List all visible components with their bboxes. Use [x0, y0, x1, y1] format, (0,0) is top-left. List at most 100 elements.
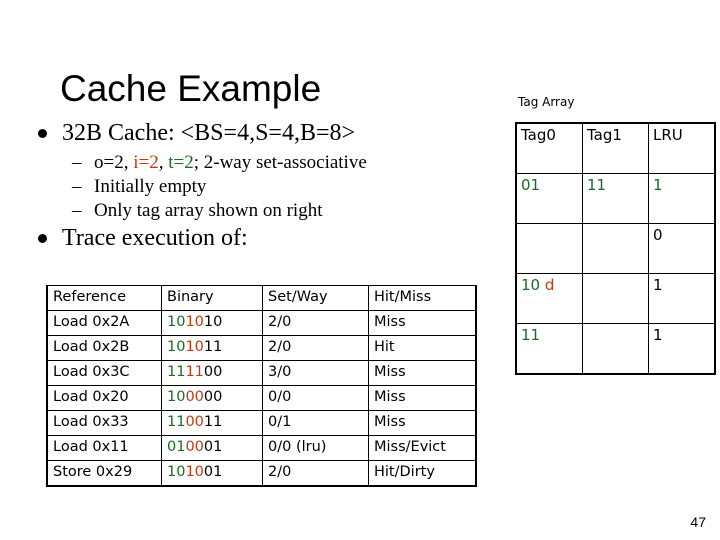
sub-bullet-params-o: o=2, — [94, 152, 134, 173]
tag-array-header-row: Tag0 Tag1 LRU — [515, 122, 716, 174]
trace-cell-binary: 111100 — [161, 360, 263, 386]
table-row: Store 0x29 101001 2/0 Hit/Dirty — [46, 460, 477, 487]
binary-index-bits: 11 — [185, 364, 204, 380]
binary-tag-bits: 10 — [167, 314, 186, 330]
tag-array-header-lru: LRU — [648, 122, 716, 174]
trace-cell-hit-miss: Miss — [368, 385, 477, 411]
sub-bullet-params-sep: , — [158, 152, 169, 173]
sub-bullet-tag-array-note: – Only tag array shown on right — [28, 199, 478, 223]
tag-array-cell-tag1 — [582, 273, 649, 324]
binary-index-bits: 10 — [185, 339, 204, 355]
tag-array-row: 0 — [515, 223, 716, 274]
tag-array-cell-tag0: 10 d — [515, 273, 583, 324]
tag0-value: 01 — [521, 176, 541, 194]
tag-array-cell-tag0 — [515, 223, 583, 274]
trace-cell-hit-miss: Hit — [368, 335, 477, 361]
lru-value: 1 — [653, 176, 663, 194]
tag-array-label: Tag Array — [518, 95, 575, 109]
tag-array-row: 10 d 1 — [515, 273, 716, 324]
binary-index-bits: 00 — [185, 439, 204, 455]
dash-icon: – — [72, 152, 82, 173]
dash-icon: – — [72, 176, 82, 197]
binary-tag-bits: 10 — [167, 339, 186, 355]
table-row: Load 0x20 100000 0/0 Miss — [46, 385, 477, 411]
binary-offset-bits: 01 — [203, 464, 223, 480]
binary-offset-bits: 00 — [203, 364, 223, 380]
sub-bullet-params: – o=2, i=2, t=2; 2-way set-associative — [28, 151, 478, 175]
lru-value: 1 — [653, 276, 663, 294]
binary-tag-bits: 01 — [167, 439, 186, 455]
tag-array-cell-tag1: 11 — [582, 173, 649, 224]
trace-cell-reference: Load 0x33 — [46, 410, 162, 436]
bullet-body: 32B Cache: <BS=4,S=4,B=8> – o=2, i=2, t=… — [28, 118, 478, 256]
page-title: Cache Example — [60, 68, 322, 109]
tag-array-cell-lru: 1 — [648, 323, 716, 375]
binary-tag-bits: 11 — [167, 414, 186, 430]
bullet-cache-config-label: 32B Cache: <BS=4,S=4,B=8> — [62, 120, 356, 146]
table-row: Load 0x33 110011 0/1 Miss — [46, 410, 477, 436]
binary-tag-bits: 11 — [167, 364, 186, 380]
slide-canvas: Cache Example 32B Cache: <BS=4,S=4,B=8> … — [0, 0, 720, 540]
tag-array-cell-tag1 — [582, 323, 649, 375]
table-row: Load 0x2B 101011 2/0 Hit — [46, 335, 477, 361]
trace-cell-binary: 101011 — [161, 335, 263, 361]
trace-table: Reference Binary Set/Way Hit/Miss Load 0x2A 1… — [46, 285, 477, 487]
binary-index-bits: 00 — [185, 389, 204, 405]
trace-table-header-reference: Reference — [46, 285, 162, 311]
sub-bullet-initially-empty-label: Initially empty — [94, 176, 207, 197]
trace-cell-set-way: 0/0 (lru) — [262, 435, 369, 461]
trace-table-header-binary: Binary — [161, 285, 263, 311]
binary-tag-bits: 10 — [167, 389, 186, 405]
tag-array-header-tag0: Tag0 — [515, 122, 583, 174]
trace-cell-binary: 101010 — [161, 310, 263, 336]
tag-array-row: 01 11 1 — [515, 173, 716, 224]
table-row: Load 0x2A 101010 2/0 Miss — [46, 310, 477, 336]
sub-bullet-params-i: i=2 — [133, 152, 159, 173]
dash-icon: – — [72, 200, 82, 221]
trace-table-header-row: Reference Binary Set/Way Hit/Miss — [46, 285, 477, 311]
trace-cell-set-way: 2/0 — [262, 460, 369, 487]
trace-cell-set-way: 0/0 — [262, 385, 369, 411]
trace-cell-binary: 110011 — [161, 410, 263, 436]
trace-cell-binary: 010001 — [161, 435, 263, 461]
trace-cell-reference: Load 0x3C — [46, 360, 162, 386]
sub-bullet-initially-empty: – Initially empty — [28, 175, 478, 199]
trace-cell-binary: 101001 — [161, 460, 263, 487]
trace-cell-reference: Load 0x2A — [46, 310, 162, 336]
trace-cell-set-way: 2/0 — [262, 310, 369, 336]
lru-value: 0 — [653, 226, 663, 244]
tag-array-cell-tag0: 01 — [515, 173, 583, 224]
tag-array-row: 11 1 — [515, 323, 716, 375]
sub-bullet-params-rest: ; 2-way set-associative — [193, 152, 367, 173]
dirty-bit-marker: d — [540, 276, 555, 294]
bullet-cache-config: 32B Cache: <BS=4,S=4,B=8> — [28, 118, 478, 149]
binary-index-bits: 10 — [185, 314, 204, 330]
trace-cell-binary: 100000 — [161, 385, 263, 411]
tag0-value: 10 — [521, 276, 541, 294]
binary-tag-bits: 10 — [167, 464, 186, 480]
trace-cell-reference: Load 0x20 — [46, 385, 162, 411]
trace-cell-hit-miss: Miss/Evict — [368, 435, 477, 461]
trace-table-header-set-way: Set/Way — [262, 285, 369, 311]
bullet-trace-execution-label: Trace execution of: — [62, 225, 248, 251]
binary-index-bits: 00 — [185, 414, 204, 430]
bullet-dot-icon — [38, 234, 47, 243]
trace-cell-hit-miss: Miss — [368, 310, 477, 336]
table-row: Load 0x3C 111100 3/0 Miss — [46, 360, 477, 386]
trace-cell-set-way: 2/0 — [262, 335, 369, 361]
trace-cell-set-way: 3/0 — [262, 360, 369, 386]
trace-cell-reference: Load 0x11 — [46, 435, 162, 461]
tag-array-header-tag1: Tag1 — [582, 122, 649, 174]
binary-index-bits: 10 — [185, 464, 204, 480]
tag-array-cell-tag1 — [582, 223, 649, 274]
binary-offset-bits: 01 — [203, 439, 223, 455]
trace-cell-hit-miss: Hit/Dirty — [368, 460, 477, 487]
tag-array-table: Tag0 Tag1 LRU 01 11 1 0 10 d 1 11 1 — [515, 122, 716, 375]
table-row: Load 0x11 010001 0/0 (lru) Miss/Evict — [46, 435, 477, 461]
page-number: 47 — [690, 514, 706, 530]
binary-offset-bits: 00 — [203, 389, 223, 405]
trace-cell-set-way: 0/1 — [262, 410, 369, 436]
binary-offset-bits: 11 — [203, 414, 223, 430]
lru-value: 1 — [653, 326, 663, 344]
bullet-dot-icon — [38, 129, 47, 138]
